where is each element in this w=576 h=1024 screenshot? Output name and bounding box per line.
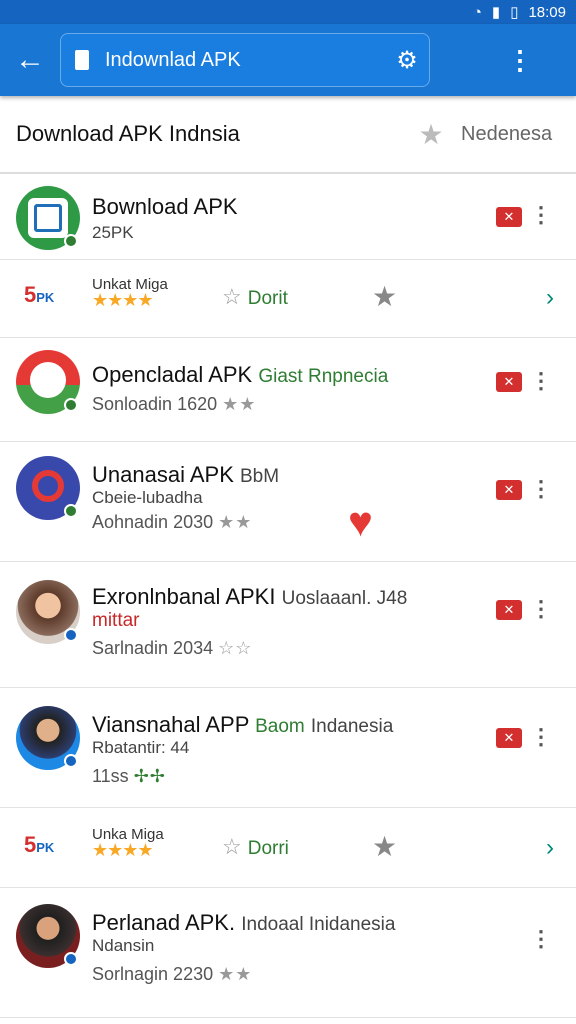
list-item[interactable]: Unanasai APK BbM Cbeie-lubadha Aohnadin …	[0, 442, 576, 562]
avatar	[16, 580, 80, 644]
ad-logo: 5PK	[24, 832, 55, 857]
more-vert-icon[interactable]: ⋮	[530, 202, 552, 228]
app-icon	[16, 456, 80, 520]
app-bar: ← Indownlad APK ⚙ 👤 ⋮	[0, 24, 576, 96]
ad-banner[interactable]: 5PK Unkat Miga ★★★★ ☆ Dorit ★ ›	[0, 260, 576, 338]
document-icon	[75, 50, 89, 70]
more-vert-icon[interactable]: ⋮	[530, 724, 552, 750]
ad-cta[interactable]: ☆ Dorit	[222, 284, 288, 310]
more-vert-icon[interactable]: ⋮	[530, 596, 552, 622]
close-x-icon[interactable]: ✕	[496, 372, 522, 392]
chevron-down-icon[interactable]: ›	[546, 284, 554, 312]
ad-rating: ★★★★	[92, 290, 154, 310]
ad-cta[interactable]: ☆ Dorri	[222, 834, 289, 860]
ad-rating: ★★★★	[92, 840, 154, 860]
app-subtitle: Rbatantir: 44	[92, 738, 190, 757]
app-name: Viansnahal APP Baom Indanesia	[92, 712, 394, 737]
gear-icon[interactable]: ⚙	[385, 46, 429, 75]
badge-icon	[64, 504, 78, 518]
header-subtitle[interactable]: Nedenesa	[461, 123, 576, 146]
list-item[interactable]: Viansnahal APP Baom Indanesia Rbatantir:…	[0, 688, 576, 808]
ad-banner[interactable]: 5PK Unka Miga ★★★★ ☆ Dorri ★ ›	[0, 808, 576, 888]
close-x-icon[interactable]: ✕	[496, 728, 522, 748]
app-name: Exronlnbanal APKI Uoslaaanl. J48	[92, 584, 408, 609]
signal-icon: ▮	[491, 4, 501, 21]
page-header: Download APK Indnsia ★ Nedenesa	[0, 96, 576, 174]
app-subtitle: mittar	[92, 610, 140, 631]
close-x-icon[interactable]: ✕	[496, 480, 522, 500]
back-button[interactable]: ←	[0, 24, 60, 96]
app-name: Unanasai APK BbM	[92, 462, 280, 487]
app-subtitle: Cbeie-lubadha	[92, 488, 203, 507]
badge-icon	[64, 952, 78, 966]
avatar	[16, 904, 80, 968]
app-icon	[16, 186, 80, 250]
star-icon[interactable]: ★	[372, 830, 397, 863]
app-meta: Aohnadin 2030 ★★	[92, 512, 253, 532]
star-outline-icon: ☆	[222, 834, 242, 859]
more-vert-icon[interactable]: ⋮	[530, 476, 552, 502]
more-vert-icon[interactable]: ⋮	[500, 45, 540, 76]
chevron-down-icon[interactable]: ›	[546, 834, 554, 862]
close-x-icon[interactable]: ✕	[496, 600, 522, 620]
star-icon[interactable]: ★	[372, 280, 397, 313]
battery-icon: ▯	[510, 4, 519, 21]
badge-icon	[64, 628, 78, 642]
list-item[interactable]: Perlanad APK. Indoaal Inidanesia Ndansin…	[0, 888, 576, 1018]
app-meta: Sorlnagin 2230 ★★	[92, 964, 253, 984]
wifi-icon: ◔	[472, 3, 482, 21]
avatar	[16, 706, 80, 770]
list-item[interactable]: Bownload APK 25PK ✕ ⋮	[0, 174, 576, 260]
ad-logo: 5PK	[24, 282, 55, 307]
app-meta: 11ss ✢✢	[92, 766, 166, 786]
more-vert-icon[interactable]: ⋮	[530, 926, 552, 952]
star-outline-icon: ☆	[222, 284, 242, 309]
page-title: Download APK Indnsia	[16, 121, 240, 146]
app-name: Opencladal APK Giast Rnpnecia	[92, 362, 389, 387]
badge-icon	[64, 398, 78, 412]
app-meta: Sarlnadin 2034 ☆☆	[92, 638, 253, 658]
clock: 18:09	[528, 3, 566, 21]
badge-icon	[64, 234, 78, 248]
search-input[interactable]: Indownlad APK ⚙	[60, 33, 430, 87]
star-icon[interactable]: ★	[401, 118, 461, 151]
app-meta: 25PK	[92, 223, 134, 242]
status-bar: ◔ ▮ ▯ 18:09	[0, 0, 576, 24]
app-icon	[16, 350, 80, 414]
list-item[interactable]: Opencladal APK Giast Rnpnecia Sonloadin …	[0, 338, 576, 442]
app-meta: Sonloadin 1620 ★★	[92, 394, 257, 414]
app-subtitle: Ndansin	[92, 936, 155, 955]
heart-icon[interactable]: ♥	[348, 498, 373, 546]
search-text: Indownlad APK	[105, 48, 241, 71]
badge-icon	[64, 754, 78, 768]
app-name: Perlanad APK. Indoaal Inidanesia	[92, 910, 396, 935]
account-icon[interactable]: 👤	[430, 46, 500, 75]
arrow-left-icon: ←	[15, 43, 45, 76]
more-vert-icon[interactable]: ⋮	[530, 368, 552, 394]
list-item[interactable]: Exronlnbanal APKI Uoslaaanl. J48 mittar …	[0, 562, 576, 688]
app-name: Bownload APK	[92, 194, 238, 219]
close-x-icon[interactable]: ✕	[496, 207, 522, 227]
